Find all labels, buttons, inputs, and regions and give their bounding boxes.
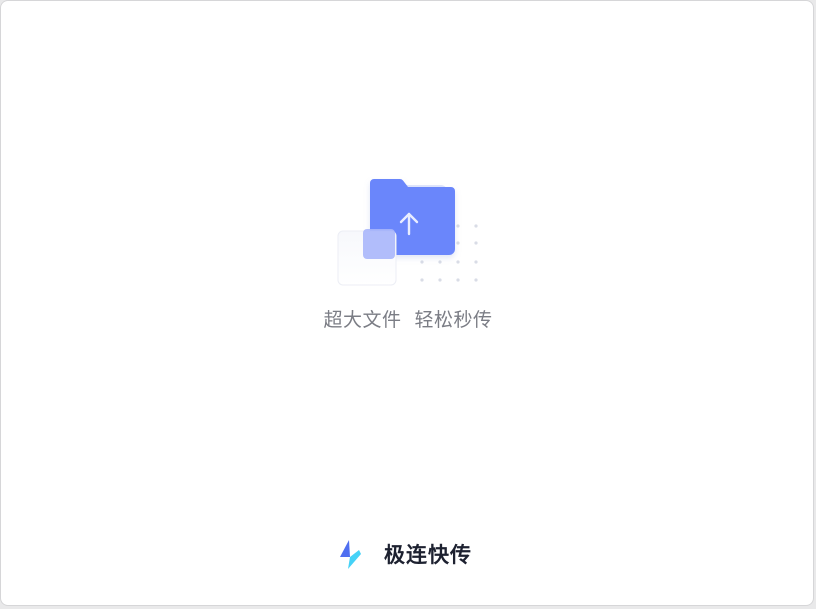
folder-upload-icon <box>337 179 478 286</box>
lightning-bolt-logo-icon <box>337 538 367 570</box>
app-window: 超大文件 轻松秒传 极连快传 <box>0 0 814 606</box>
brand: 极连快传 <box>337 537 472 571</box>
tagline-text: 超大文件 轻松秒传 <box>323 309 493 331</box>
overlap-tint <box>363 229 395 259</box>
upload-illustration <box>333 177 483 287</box>
brand-name: 极连快传 <box>384 543 472 567</box>
